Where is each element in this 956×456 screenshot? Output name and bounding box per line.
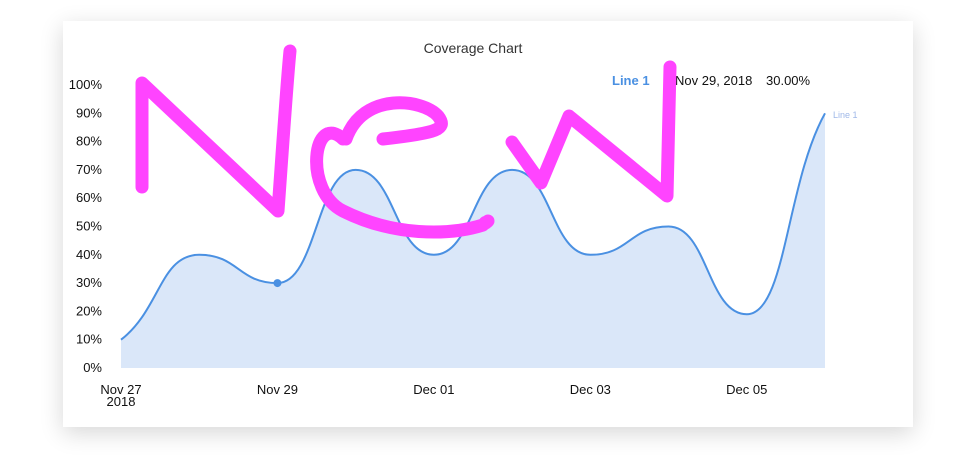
- x-axis-labels: Nov 27 Nov 29 Dec 01 Dec 03 Dec 052018: [100, 382, 767, 409]
- series-area-line-1: [121, 113, 825, 368]
- y-tick-label: 0%: [83, 360, 102, 375]
- series-end-label: Line 1: [833, 110, 858, 120]
- tooltip-date: Nov 29, 2018: [675, 73, 752, 88]
- y-tick-label: 10%: [76, 332, 102, 347]
- x-tick-label: Dec 03: [570, 382, 611, 397]
- chart-title: Coverage Chart: [424, 40, 523, 56]
- chart-card: Coverage Chart 0% 10% 20% 30% 40% 50% 60% 70% 80…: [63, 21, 913, 427]
- data-points: [273, 279, 282, 288]
- x-tick-label: Nov 29: [257, 382, 298, 397]
- coverage-chart: Coverage Chart 0% 10% 20% 30% 40% 50% 60% 70% 80…: [69, 40, 858, 409]
- highlighted-data-point[interactable]: [273, 279, 282, 288]
- y-tick-label: 40%: [76, 247, 102, 262]
- tooltip-series-name: Line 1: [612, 73, 650, 88]
- y-axis-labels: 0% 10% 20% 30% 40% 50% 60% 70% 80% 90% 100%: [69, 77, 103, 375]
- y-tick-label: 20%: [76, 303, 102, 318]
- y-tick-label: 70%: [76, 162, 102, 177]
- y-tick-label: 60%: [76, 190, 102, 205]
- x-tick-label: Dec 05: [726, 382, 767, 397]
- y-tick-label: 50%: [76, 219, 102, 234]
- hover-tooltip: Line 1 Nov 29, 2018 30.00%: [612, 73, 811, 88]
- y-tick-label: 90%: [76, 105, 102, 120]
- y-tick-label: 80%: [76, 134, 102, 149]
- y-tick-label: 30%: [76, 275, 102, 290]
- annotation-scribble: [135, 44, 677, 239]
- y-tick-label: 100%: [69, 77, 103, 92]
- tooltip-value: 30.00%: [766, 73, 811, 88]
- x-year-label: 2018: [107, 394, 136, 409]
- x-tick-label: Dec 01: [413, 382, 454, 397]
